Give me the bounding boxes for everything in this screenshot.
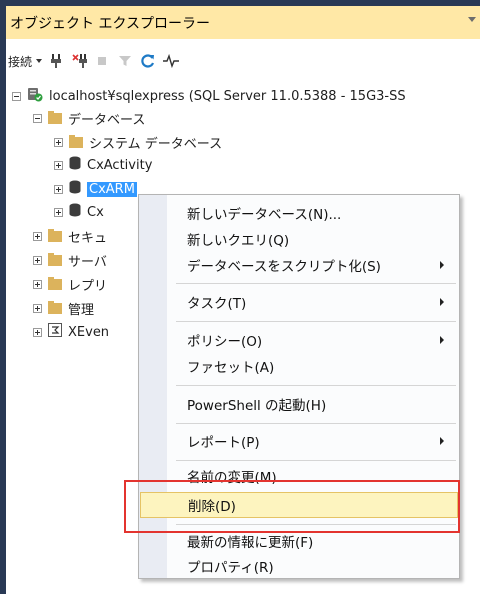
collapse-toggle-icon[interactable]	[12, 91, 21, 101]
connect-dropdown-icon	[36, 59, 43, 63]
server-label: localhost¥sqlexpress (SQL Server 11.0.53…	[49, 88, 406, 104]
menu-item-label: タスク(T)	[187, 296, 247, 312]
xevent-profiler-icon	[48, 323, 62, 341]
expand-toggle-icon[interactable]	[54, 137, 63, 147]
menu-item-label: データベースをスクリプト化(S)	[187, 259, 381, 275]
management-label: 管理	[68, 302, 95, 318]
folder-icon	[69, 134, 83, 148]
filter-icon[interactable]	[116, 52, 134, 70]
tree-node-replication[interactable]: レプリ	[33, 273, 107, 295]
menu-item-tasks[interactable]: タスク(T)	[140, 289, 458, 315]
folder-icon	[48, 276, 62, 290]
disconnect-icon[interactable]	[70, 52, 88, 70]
delete-highlight-annotation	[124, 480, 460, 533]
connect-plug-icon[interactable]	[47, 52, 65, 70]
refresh-icon[interactable]	[139, 52, 157, 70]
stop-icon[interactable]	[93, 52, 111, 70]
tree-node-db-cxactivity[interactable]: CxActivity	[54, 154, 152, 176]
menu-item-label: 新しいクエリ(Q)	[187, 233, 290, 249]
expand-toggle-icon[interactable]	[33, 303, 42, 313]
menu-item-label: ポリシー(O)	[187, 334, 263, 350]
tree-node-system-databases[interactable]: システム データベース	[54, 131, 222, 153]
object-explorer-title-bar[interactable]: オブジェクト エクスプローラー	[6, 6, 480, 39]
tree-node-databases[interactable]: データベース	[33, 107, 145, 129]
tree-node-management[interactable]: 管理	[33, 297, 94, 319]
database-icon	[69, 156, 81, 174]
replication-label: レプリ	[68, 278, 108, 294]
db-cxarm-label: CxARM	[87, 181, 137, 197]
tree-node-db-cx[interactable]: Cx	[54, 201, 104, 223]
menu-separator	[176, 321, 456, 322]
object-explorer-toolbar: 接続	[6, 48, 480, 74]
db-cxactivity-label: CxActivity	[87, 157, 153, 173]
submenu-arrow-icon	[440, 437, 444, 445]
menu-separator	[176, 423, 456, 424]
menu-item-label: 最新の情報に更新(F)	[187, 535, 314, 551]
menu-item-script-database[interactable]: データベースをスクリプト化(S)	[140, 252, 458, 278]
server-icon	[27, 86, 43, 106]
folder-icon	[48, 252, 62, 266]
folder-icon	[48, 300, 62, 314]
activity-monitor-icon[interactable]	[162, 52, 180, 70]
submenu-arrow-icon	[440, 336, 444, 344]
menu-item-new-query[interactable]: 新しいクエリ(Q)	[140, 226, 458, 252]
system-databases-label: システム データベース	[89, 136, 223, 152]
expand-toggle-icon[interactable]	[54, 184, 63, 194]
menu-item-label: レポート(P)	[187, 435, 260, 451]
expand-toggle-icon[interactable]	[33, 327, 42, 337]
tree-node-server[interactable]: localhost¥sqlexpress (SQL Server 11.0.53…	[12, 85, 406, 107]
expand-toggle-icon[interactable]	[54, 160, 63, 170]
database-icon	[69, 203, 81, 221]
menu-item-properties[interactable]: プロパティ(R)	[140, 553, 458, 579]
expand-toggle-icon[interactable]	[33, 231, 42, 241]
submenu-arrow-icon	[440, 261, 444, 269]
connect-label: 接続	[8, 54, 33, 69]
server-objects-label: サーバ	[68, 254, 107, 270]
window-menu-dropdown-icon[interactable]	[468, 17, 476, 22]
window-title: オブジェクト エクスプローラー	[10, 15, 211, 32]
folder-icon	[48, 110, 62, 124]
db-cx-label: Cx	[87, 204, 104, 220]
database-icon	[69, 180, 81, 198]
menu-item-policies[interactable]: ポリシー(O)	[140, 327, 458, 353]
menu-item-new-database[interactable]: 新しいデータベース(N)...	[140, 200, 458, 226]
menu-separator	[176, 460, 456, 461]
expand-toggle-icon[interactable]	[33, 255, 42, 265]
menu-item-facets[interactable]: ファセット(A)	[140, 353, 458, 379]
menu-separator	[176, 283, 456, 284]
collapse-toggle-icon[interactable]	[33, 113, 42, 123]
tree-node-security[interactable]: セキュ	[33, 225, 107, 247]
tree-node-server-objects[interactable]: サーバ	[33, 249, 107, 271]
menu-item-label: 新しいデータベース(N)...	[187, 207, 342, 223]
submenu-arrow-icon	[440, 298, 444, 306]
menu-item-reports[interactable]: レポート(P)	[140, 428, 458, 454]
connect-button[interactable]: 接続	[8, 53, 43, 70]
tree-node-xevent[interactable]: XEven	[33, 321, 109, 343]
folder-icon	[48, 228, 62, 242]
menu-item-label: ファセット(A)	[187, 360, 275, 376]
expand-toggle-icon[interactable]	[54, 207, 63, 217]
menu-item-start-powershell[interactable]: PowerShell の起動(H)	[140, 391, 458, 417]
tree-node-db-cxarm[interactable]: CxARM	[54, 178, 137, 200]
menu-separator	[176, 385, 456, 386]
databases-label: データベース	[68, 112, 146, 128]
expand-toggle-icon[interactable]	[33, 279, 42, 289]
menu-item-label: プロパティ(R)	[187, 560, 274, 576]
xevent-label: XEven	[68, 324, 110, 340]
menu-item-label: PowerShell の起動(H)	[187, 398, 327, 414]
security-label: セキュ	[68, 230, 108, 246]
